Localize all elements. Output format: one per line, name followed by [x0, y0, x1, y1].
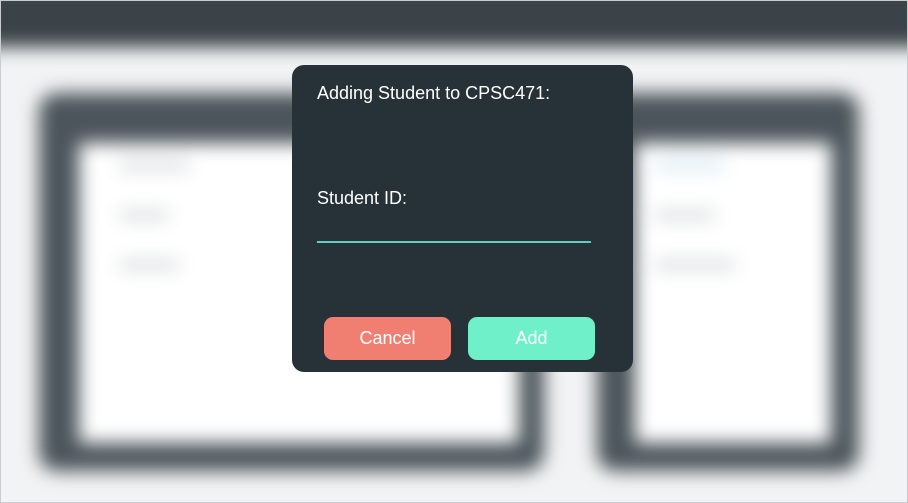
background-text-line [655, 261, 735, 269]
background-text-line [119, 161, 189, 169]
student-id-input[interactable] [317, 217, 591, 243]
add-button[interactable]: Add [468, 317, 595, 360]
screen: Adding Student to CPSC471: Student ID: C… [0, 0, 908, 503]
background-text-line [655, 161, 725, 169]
background-text-line [119, 211, 169, 219]
background-right-panel [597, 93, 859, 471]
student-id-label: Student ID: [317, 188, 408, 208]
background-text-line [655, 211, 715, 219]
dialog-title: Adding Student to CPSC471: [317, 83, 551, 103]
cancel-button[interactable]: Cancel [324, 317, 451, 360]
add-student-dialog: Adding Student to CPSC471: Student ID: C… [292, 65, 633, 372]
background-text-line [119, 261, 179, 269]
background-top-bar [1, 1, 907, 47]
background-right-panel-content [635, 143, 831, 443]
